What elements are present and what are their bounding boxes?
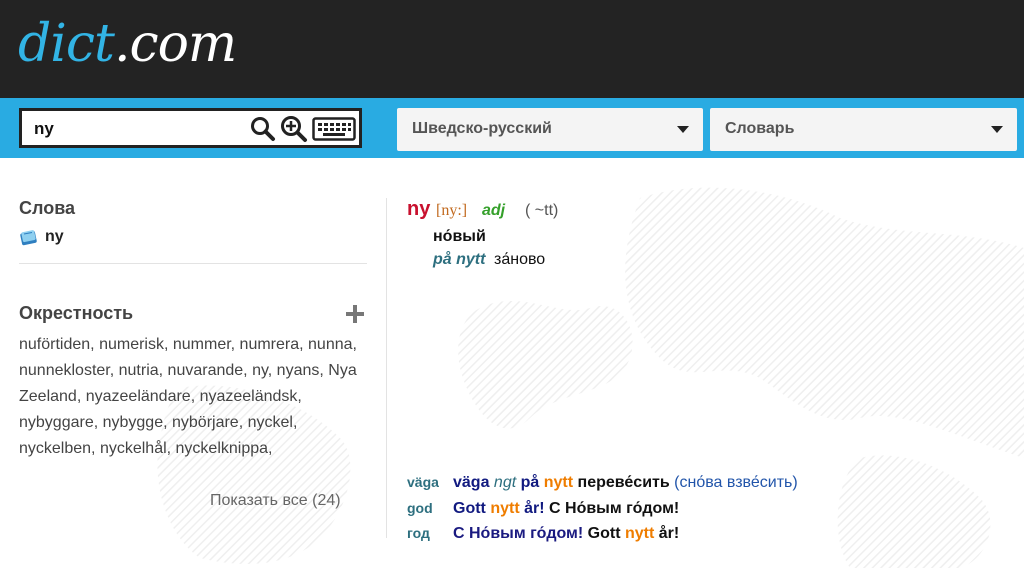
nearby-word-link[interactable]: nyazeeländsk (200, 388, 298, 405)
chevron-down-icon (677, 126, 689, 133)
nearby-word-link[interactable]: nyckelknippa (176, 440, 269, 457)
example-text-segment: nytt (490, 500, 520, 517)
example-row: год С Но́вым го́дом! Gott nytt år! (407, 525, 679, 543)
example-text-segment: С Но́вым го́дом! (549, 500, 680, 517)
nearby-word-link[interactable]: nybygge (103, 414, 164, 431)
nearby-word-link[interactable]: nyckel (248, 414, 293, 431)
word-link-ny[interactable]: ny (19, 227, 64, 247)
example-keyword-link[interactable]: väga (407, 474, 453, 490)
nearby-word-link[interactable]: nuförtiden (19, 336, 90, 353)
word-link-label: ny (45, 228, 64, 245)
header-bar: dict.com (0, 0, 1024, 98)
plus-icon[interactable] (344, 303, 366, 325)
search-input[interactable] (34, 116, 244, 142)
dictionary-type-label: Словарь (725, 120, 795, 137)
example-text-segment: nytt (543, 474, 574, 491)
example-text-segment: nytt (625, 525, 655, 542)
words-section-title: Слова (19, 198, 76, 218)
zoom-in-icon[interactable] (280, 115, 308, 143)
entry-translation: но́вый (433, 228, 486, 245)
example-row: god Gott nytt år! С Но́вым го́дом! (407, 500, 679, 518)
show-all-link[interactable]: Показать все (24) (210, 492, 341, 510)
entry-headword: ny (407, 198, 431, 220)
nearby-word-link[interactable]: nummer (173, 336, 231, 353)
site-logo[interactable]: dict.com (18, 10, 237, 78)
keyboard-icon[interactable] (312, 115, 356, 143)
entry-part-of-speech: adj (482, 202, 506, 219)
entry-inflection: ( ~tt) (525, 202, 559, 219)
nearby-word-link[interactable]: nybörjare (172, 414, 239, 431)
example-text-segment: С Но́вым го́дом! (453, 525, 584, 542)
nearby-word-link[interactable]: numrera (240, 336, 300, 353)
nearby-word-link[interactable]: nyckelben (19, 440, 91, 457)
logo-part-1: dict (18, 14, 115, 74)
example-text-segment: år! (658, 525, 680, 542)
nearby-word-link[interactable]: nuvarande (168, 362, 244, 379)
nearby-word-link[interactable]: ny (252, 362, 268, 379)
language-select[interactable]: Шведско-русский (397, 108, 703, 151)
example-keyword-link[interactable]: god (407, 500, 453, 516)
example-text-segment: Gott (453, 500, 486, 517)
dictionary-type-select[interactable]: Словарь (710, 108, 1017, 151)
example-text-segment: på (520, 474, 540, 491)
nearby-word-link[interactable]: nutria (119, 362, 159, 379)
entry-transcription: [ny:] (436, 202, 468, 219)
nearby-word-link[interactable]: nyazeeländare (86, 388, 191, 405)
search-box (19, 108, 362, 148)
column-divider (386, 198, 387, 538)
nearby-word-link[interactable]: nyans (277, 362, 320, 379)
nearby-word-link[interactable]: nunna (308, 336, 353, 353)
entry-example-swedish: på nytt (433, 251, 486, 268)
nearby-words-list: nuförtiden, numerisk, nummer, numrera, n… (19, 336, 357, 457)
example-text-segment: ngt (493, 474, 517, 491)
sidebar-divider (19, 263, 367, 264)
example-text-segment: år! (524, 500, 545, 517)
example-row: väga väga ngt på nytt переве́сить (сно́ва… (407, 474, 798, 492)
example-text-segment: переве́сить (577, 474, 670, 491)
example-text-segment: Gott (587, 525, 621, 542)
search-icon[interactable] (250, 115, 276, 143)
nearby-word-link[interactable]: nunnekloster (19, 362, 110, 379)
dictionary-book-icon (19, 227, 39, 247)
logo-part-2: .com (113, 14, 237, 74)
example-text-segment: väga (453, 474, 490, 491)
nearby-word-link[interactable]: nyckelhål (100, 440, 167, 457)
nearby-word-link[interactable]: nybyggare (19, 414, 94, 431)
language-select-label: Шведско-русский (412, 120, 552, 137)
nearby-word-link[interactable]: numerisk (99, 336, 164, 353)
chevron-down-icon (991, 126, 1003, 133)
example-text-segment: (сно́ва взве́сить) (674, 474, 798, 491)
nearby-section-title: Окрестность (19, 303, 134, 323)
example-keyword-link[interactable]: год (407, 525, 453, 541)
entry-example-russian: за́ново (494, 251, 546, 268)
